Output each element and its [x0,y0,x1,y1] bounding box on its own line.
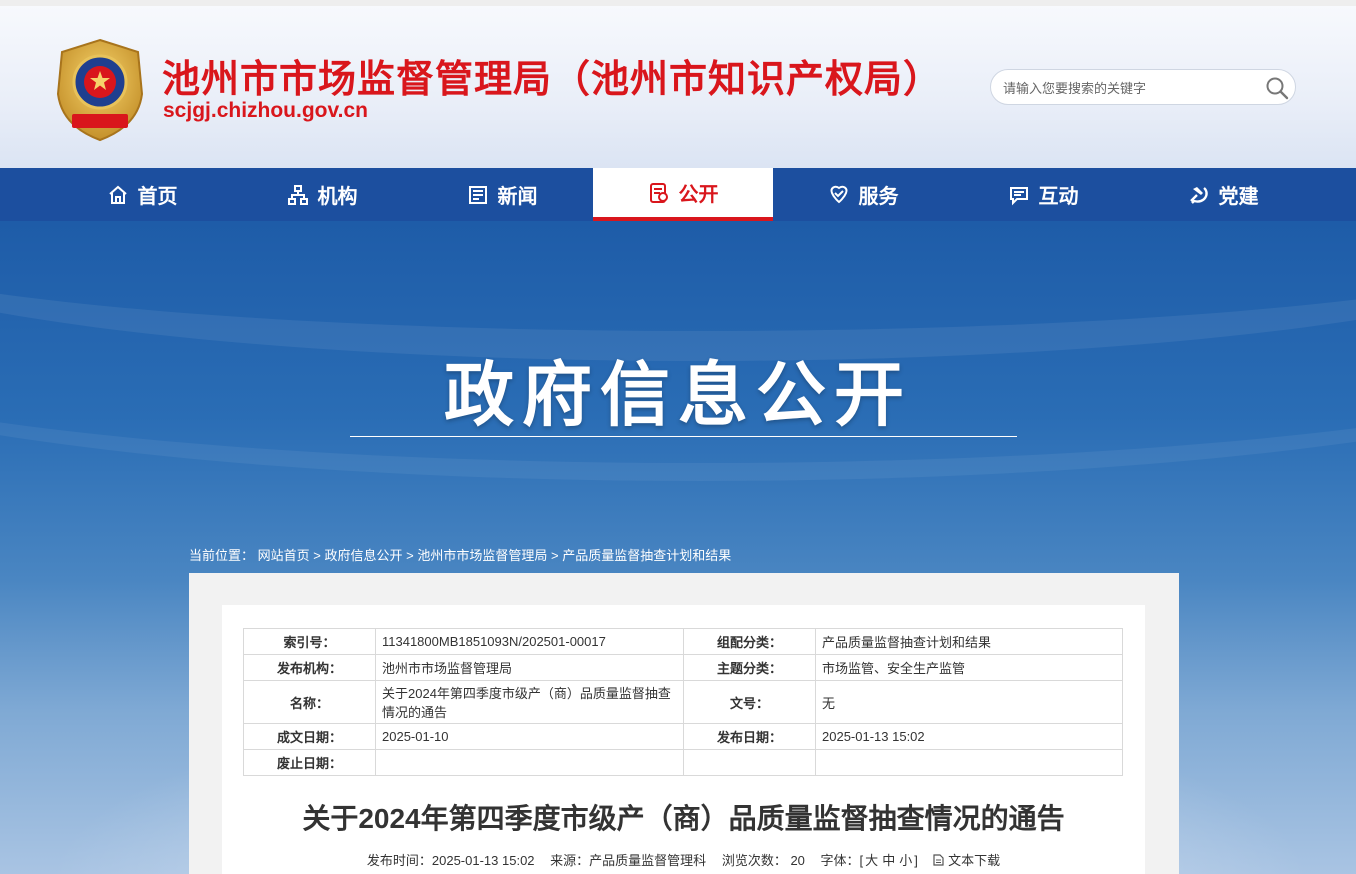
meta-key: 发布日期： [683,723,816,750]
nav-open[interactable]: 公开 [593,168,773,221]
meta-key: 索引号： [243,628,376,655]
font-small-link[interactable]: 小 [899,853,912,868]
news-icon [468,185,487,204]
article-meta: 发布时间：2025-01-13 15:02 来源：产品质量监督管理科 浏览次数：… [222,850,1145,869]
meta-key: 发布机构： [243,654,376,681]
party-icon [1189,186,1208,204]
service-icon [830,185,847,203]
table-row: 发布机构： 池州市市场监督管理局 主题分类： 市场监管、安全生产监管 [243,654,1123,681]
home-icon [108,185,127,204]
emblem-icon [56,38,144,142]
table-row: 废止日期： [243,749,1123,776]
nav-news[interactable]: 新闻 [412,168,592,221]
table-row: 索引号： 11341800MB1851093N/202501-00017 组配分… [243,628,1123,655]
nav-interact[interactable]: 互动 [953,168,1133,221]
search-icon[interactable] [1265,76,1289,100]
breadcrumb-home[interactable]: 网站首页 [258,548,310,563]
nav-home[interactable]: 首页 [52,168,232,221]
meta-key: 成文日期： [243,723,376,750]
table-row: 名称： 关于2024年第四季度市级产（商）品质量监督抽查情况的通告 文号： 无 [243,680,1123,724]
meta-table: 索引号： 11341800MB1851093N/202501-00017 组配分… [243,628,1123,776]
breadcrumb-separator: > [313,548,321,563]
meta-value [815,749,1123,776]
font-size-label: 字体：[ [820,853,864,868]
main-nav: 首页 机构 新闻 公开 服务 互动 党建 [0,168,1356,221]
nav-label: 互动 [1038,186,1079,208]
font-size-switch: 字体：[大中小] [821,853,918,868]
banner-title: 政府信息公开 [444,356,912,434]
article-title: 关于2024年第四季度市级产（商）品质量监督抽查情况的通告 [302,803,1065,834]
site-header: 池州市市场监督管理局（池州市知识产权局） scjgj.chizhou.gov.c… [0,6,1356,168]
breadcrumb-separator: > [551,548,559,563]
chat-icon [1009,186,1028,205]
breadcrumb: 当前位置： 网站首页 > 政府信息公开 > 池州市市场监督管理局 > 产品质量监… [189,545,731,564]
banner-divider [350,436,1017,437]
meta-value: 市场监管、安全生产监管 [815,654,1123,681]
search-input[interactable] [1003,78,1253,98]
font-medium-link[interactable]: 中 [882,853,895,868]
article-source: 来源：产品质量监督管理科 [550,853,707,868]
open-icon [649,182,668,203]
meta-key: 名称： [243,680,376,724]
breadcrumb-open[interactable]: 政府信息公开 [325,548,403,563]
meta-key: 主题分类： [683,654,816,681]
nav-label: 服务 [858,186,899,208]
table-row: 成文日期： 2025-01-10 发布日期： 2025-01-13 15:02 [243,723,1123,750]
meta-value: 2025-01-10 [375,723,684,750]
nav-label: 党建 [1218,186,1259,208]
meta-key: 组配分类： [683,628,816,655]
meta-key [683,749,816,776]
nav-label: 新闻 [497,186,538,208]
breadcrumb-separator: > [406,548,414,563]
search-box [990,69,1296,105]
download-link[interactable]: 文本下载 [933,853,1000,868]
font-large-link[interactable]: 大 [865,853,878,868]
nav-party[interactable]: 党建 [1133,168,1313,221]
meta-value: 关于2024年第四季度市级产（商）品质量监督抽查情况的通告 [375,680,684,724]
view-count-value: 20 [790,853,805,868]
view-count: 浏览次数： 20 [722,853,805,868]
meta-key: 文号： [683,680,816,724]
meta-key: 废止日期： [243,749,376,776]
nav-label: 机构 [317,186,358,208]
nav-label: 公开 [678,184,719,206]
breadcrumb-prefix: 当前位置： [189,548,255,563]
nav-label: 首页 [137,186,178,208]
nav-service[interactable]: 服务 [773,168,953,221]
site-title: 池州市市场监督管理局（池州市知识产权局） [162,59,943,101]
publish-time: 发布时间：2025-01-13 15:02 [366,853,535,868]
meta-value: 11341800MB1851093N/202501-00017 [375,628,684,655]
download-label: 文本下载 [948,853,1001,868]
breadcrumb-category[interactable]: 产品质量监督抽查计划和结果 [562,548,731,563]
font-size-end: ] [914,853,918,868]
meta-value [375,749,684,776]
nav-org[interactable]: 机构 [232,168,412,221]
meta-value: 无 [815,680,1123,724]
site-domain: scjgj.chizhou.gov.cn [163,99,368,122]
meta-value: 产品质量监督抽查计划和结果 [815,628,1123,655]
document-icon [933,854,945,866]
breadcrumb-bureau[interactable]: 池州市市场监督管理局 [417,548,547,563]
org-icon [287,184,308,205]
view-count-label: 浏览次数： [721,853,787,868]
meta-value: 池州市市场监督管理局 [375,654,684,681]
meta-value: 2025-01-13 15:02 [815,723,1123,750]
